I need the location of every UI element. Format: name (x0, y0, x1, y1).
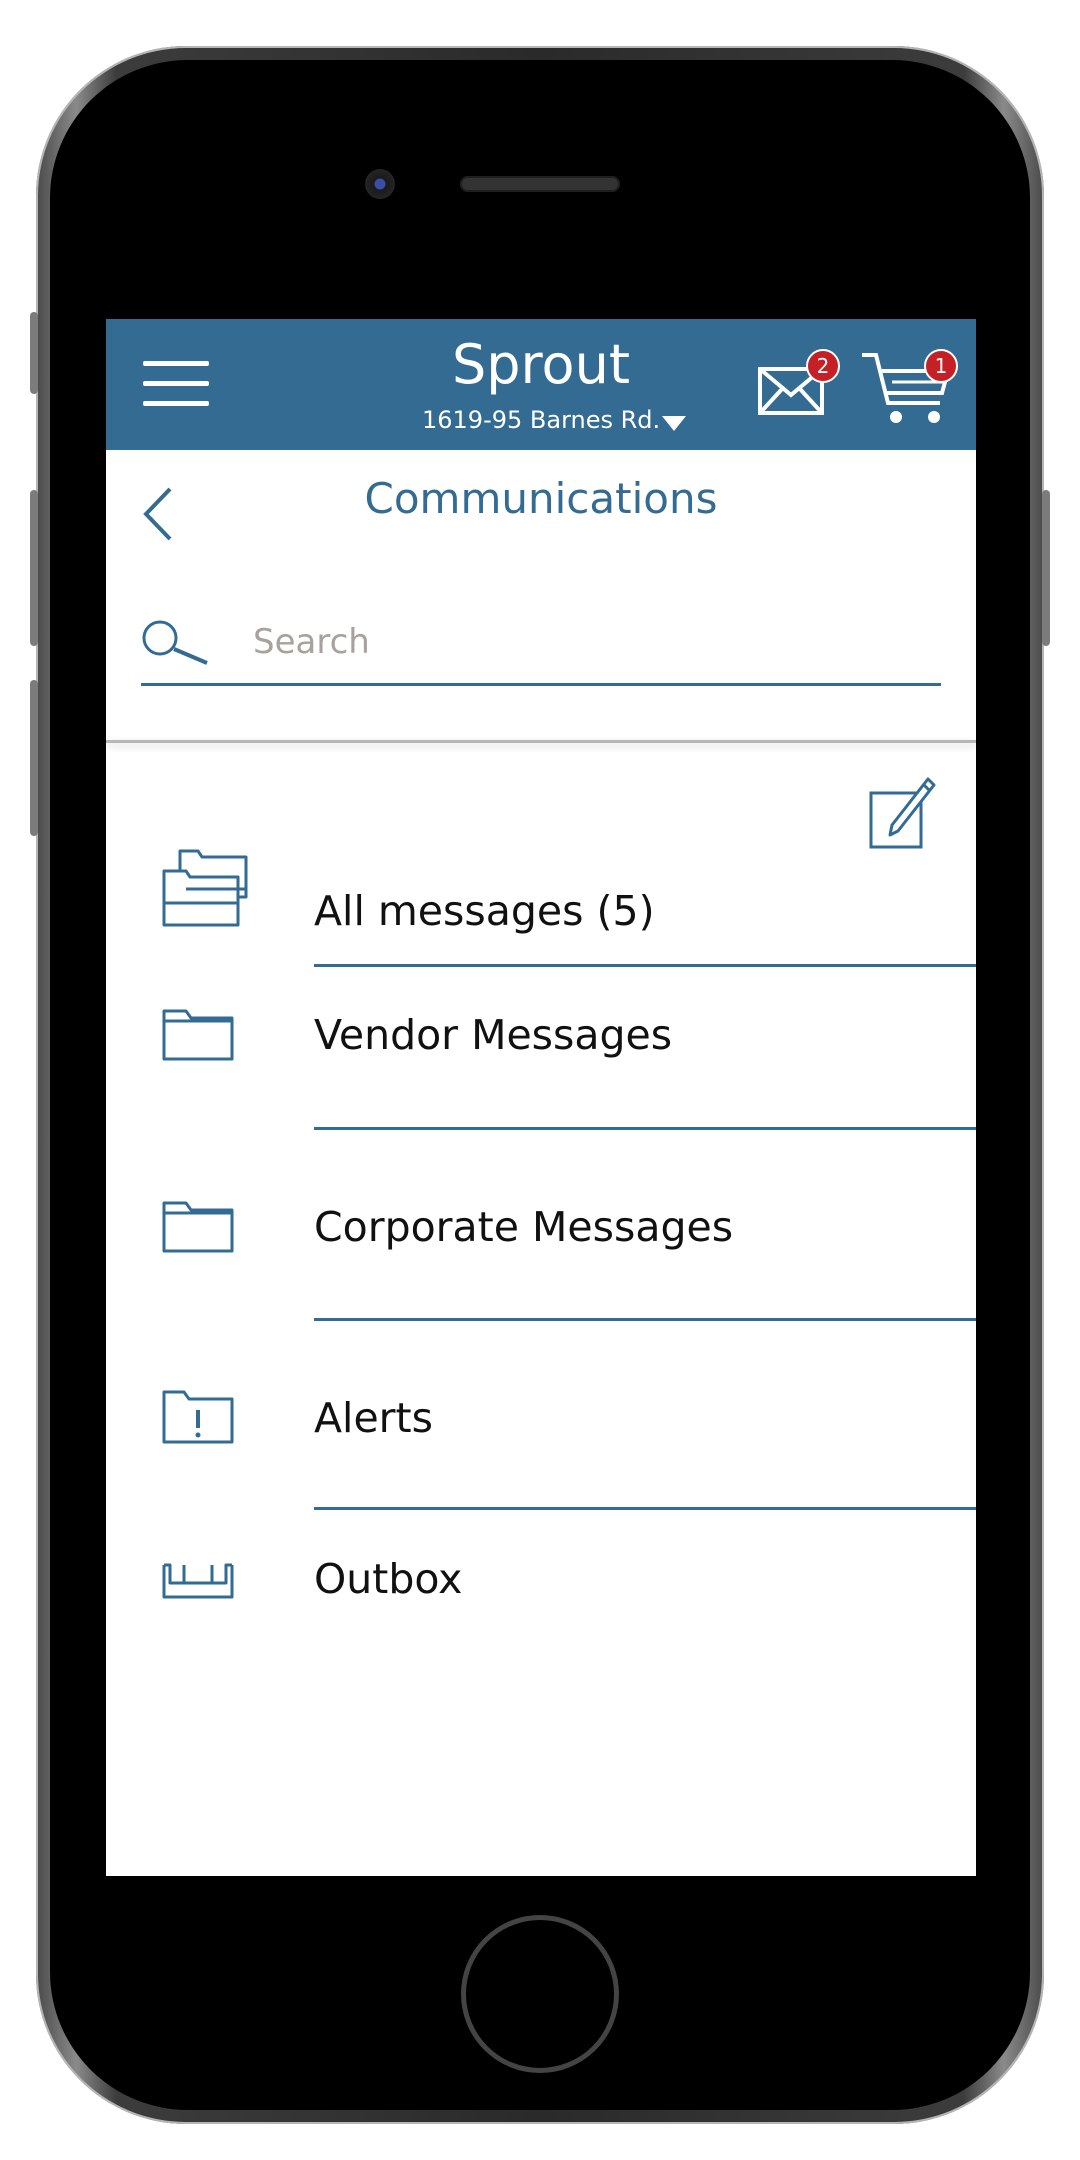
front-camera (365, 169, 395, 199)
folder-label: All messages (5) (314, 887, 655, 935)
folder-icon (162, 1201, 234, 1253)
home-button[interactable] (461, 1915, 619, 2073)
app-screen: Sprout 1619-95 Barnes Rd. 2 1 Communicat… (106, 319, 976, 1876)
app-header: Sprout 1619-95 Barnes Rd. 2 1 (106, 319, 976, 450)
folder-row-vendor-messages[interactable]: Vendor Messages (106, 1009, 976, 1159)
messages-button[interactable]: 2 (754, 349, 840, 429)
folder-label: Outbox (314, 1555, 463, 1603)
volume-down-button (30, 680, 38, 836)
search-input[interactable] (251, 613, 915, 671)
folder-label: Vendor Messages (314, 1011, 673, 1059)
mute-switch (30, 312, 38, 394)
search-divider (106, 740, 976, 743)
volume-up-button (30, 490, 38, 646)
row-separator (314, 1507, 976, 1510)
row-separator (314, 1318, 976, 1321)
caret-down-icon[interactable] (662, 416, 686, 431)
menu-bar (143, 401, 209, 406)
cart-button[interactable]: 1 (862, 347, 958, 431)
folder-row-all-messages[interactable]: All messages (5) (106, 799, 976, 967)
earpiece-speaker (460, 176, 620, 192)
folder-label: Corporate Messages (314, 1203, 734, 1251)
messages-badge: 2 (806, 349, 840, 383)
folder-row-alerts[interactable]: Alerts (106, 1390, 976, 1540)
search-icon (142, 620, 208, 665)
alert-folder-icon (162, 1390, 234, 1444)
cart-badge: 1 (924, 349, 958, 383)
search-bar (141, 599, 941, 686)
power-button (1042, 490, 1050, 646)
folders-stack-icon (162, 849, 248, 927)
row-separator (314, 964, 976, 967)
folder-label: Alerts (314, 1394, 433, 1442)
app-title: Sprout (451, 333, 630, 396)
outbox-tray-icon (162, 1563, 234, 1599)
page-title: Communications (364, 474, 718, 523)
folder-row-corporate-messages[interactable]: Corporate Messages (106, 1201, 976, 1351)
folder-icon (162, 1009, 234, 1061)
row-separator (314, 1127, 976, 1130)
folder-row-outbox[interactable]: Outbox (106, 1555, 976, 1707)
location-selector[interactable]: 1619-95 Barnes Rd. (422, 405, 660, 435)
